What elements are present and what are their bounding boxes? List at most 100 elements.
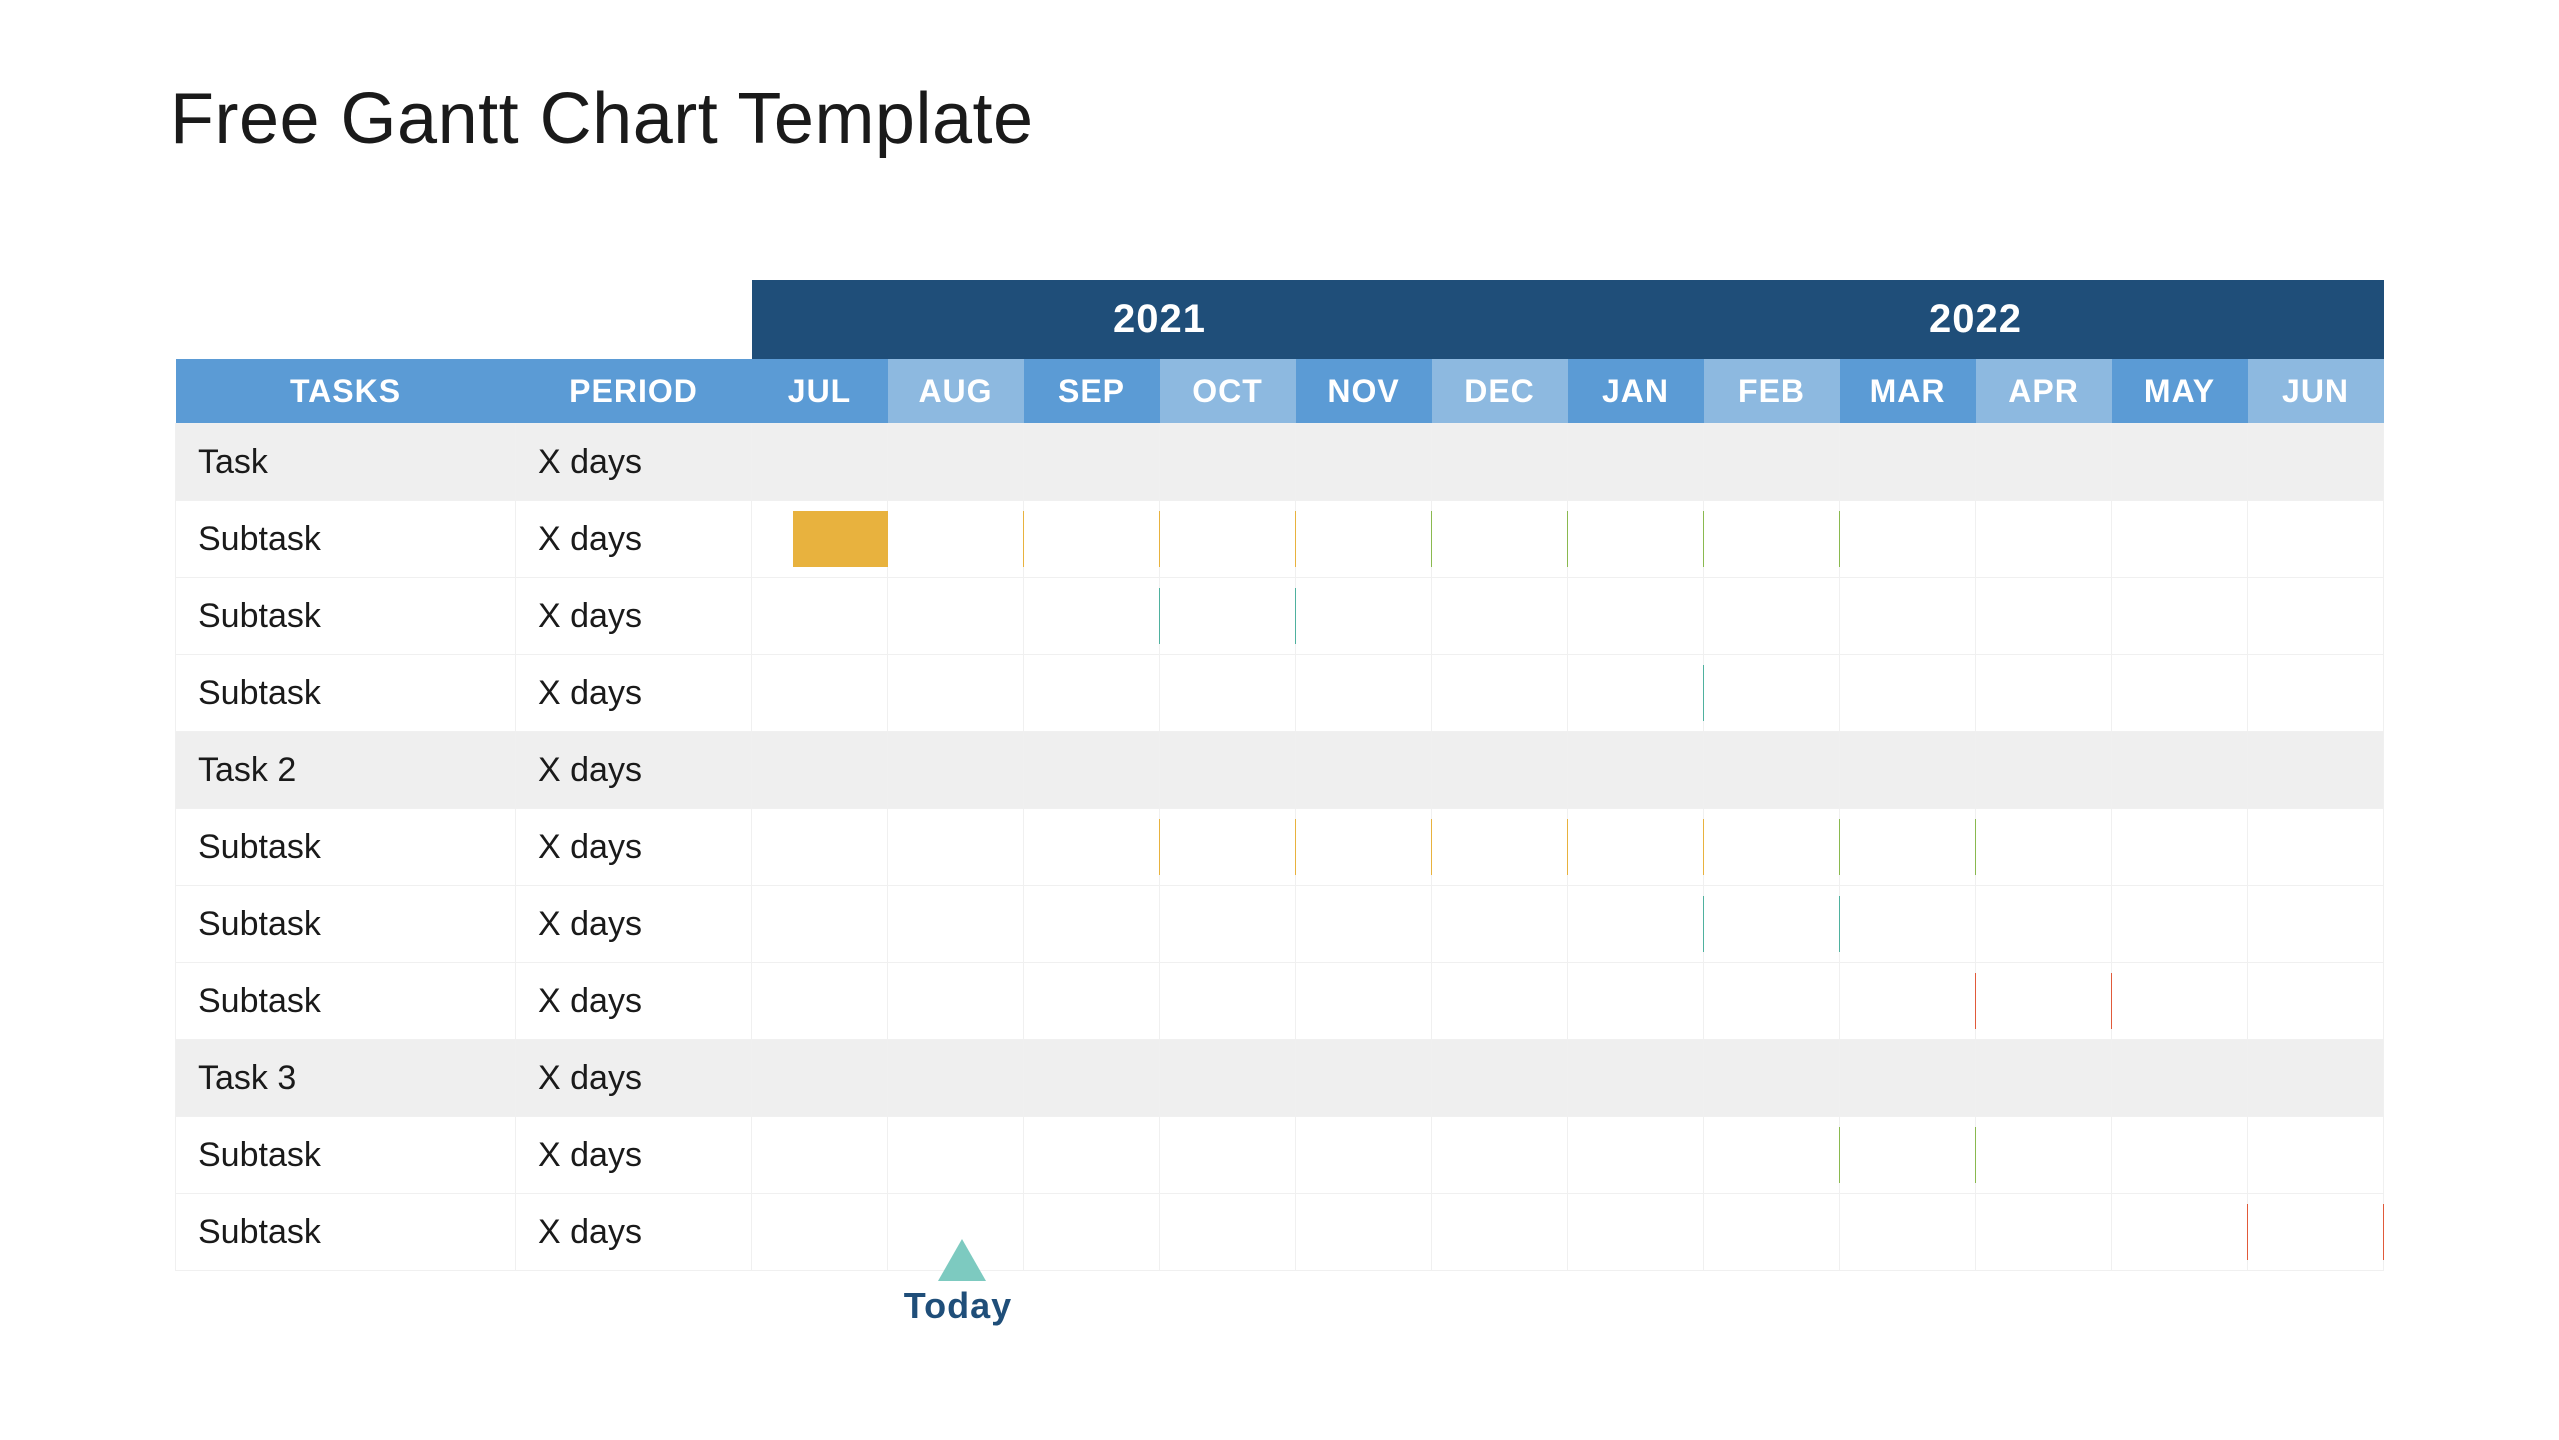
month-cell [752,1194,888,1271]
period-cell: X days [516,655,752,732]
month-mar: MAR [1840,359,1976,424]
month-cell [1568,1194,1704,1271]
period-cell: X days [516,732,752,809]
task-name-cell: Subtask [176,1117,516,1194]
month-cell [1976,732,2112,809]
month-cell [752,732,888,809]
month-cell [1704,1117,1840,1194]
month-cell [1432,501,1568,578]
table-row: TaskX days [176,424,2384,501]
month-cell [2112,501,2248,578]
month-aug: AUG [888,359,1024,424]
month-cell [888,424,1024,501]
month-cell [1160,424,1296,501]
month-cell [1976,963,2112,1040]
month-cell [1568,963,1704,1040]
month-cell [888,732,1024,809]
month-jul: JUL [752,359,888,424]
month-cell [1024,1194,1160,1271]
page-title: Free Gantt Chart Template [170,78,2559,160]
month-cell [1840,1117,1976,1194]
table-row: Task 2X days [176,732,2384,809]
gantt-chart: 2021 2022 TASKS PERIOD JUL AUG SEP OCT N… [175,280,2384,1271]
month-cell [1840,809,1976,886]
month-cell [1160,1040,1296,1117]
month-cell [888,809,1024,886]
month-cell [2248,424,2384,501]
month-cell [2112,424,2248,501]
month-cell [2112,1194,2248,1271]
month-cell [1840,732,1976,809]
month-cell [1160,886,1296,963]
month-cell [1568,424,1704,501]
month-cell [1024,1040,1160,1117]
month-cell [1160,655,1296,732]
month-cell [1296,886,1432,963]
month-cell [1296,1194,1432,1271]
month-cell [2112,963,2248,1040]
period-cell: X days [516,501,752,578]
month-cell [1704,963,1840,1040]
task-name-cell: Subtask [176,963,516,1040]
month-cell [1296,424,1432,501]
period-cell: X days [516,578,752,655]
month-cell [1296,963,1432,1040]
month-cell [1976,809,2112,886]
month-cell [1704,809,1840,886]
month-cell [2248,809,2384,886]
month-cell [1160,732,1296,809]
month-header-row: TASKS PERIOD JUL AUG SEP OCT NOV DEC JAN… [176,359,2384,424]
table-row: SubtaskX days [176,501,2384,578]
period-cell: X days [516,424,752,501]
month-apr: APR [1976,359,2112,424]
table-row: SubtaskX days [176,578,2384,655]
month-cell [1568,886,1704,963]
month-cell [1976,501,2112,578]
month-cell [2248,1040,2384,1117]
month-cell [1704,1040,1840,1117]
month-cell [752,655,888,732]
slide: { "title": "Free Gantt Chart Template", … [0,0,2559,1440]
task-name-cell: Task 2 [176,732,516,809]
month-cell [1568,732,1704,809]
month-cell [1160,963,1296,1040]
month-cell [1024,886,1160,963]
month-jun: JUN [2248,359,2384,424]
month-cell [1568,578,1704,655]
month-cell [2112,578,2248,655]
month-cell [888,1117,1024,1194]
year-2022: 2022 [1568,280,2384,359]
month-cell [888,655,1024,732]
year-header-blank [176,280,752,359]
month-cell [1432,578,1568,655]
month-cell [1568,501,1704,578]
month-cell [1704,655,1840,732]
month-cell [1976,424,2112,501]
table-row: SubtaskX days [176,1194,2384,1271]
today-triangle-icon [938,1239,986,1281]
month-cell [1432,886,1568,963]
month-cell [1840,501,1976,578]
month-cell [1840,886,1976,963]
month-cell [1024,501,1160,578]
task-name-cell: Subtask [176,501,516,578]
month-cell [1704,1194,1840,1271]
month-cell [1296,578,1432,655]
header-tasks: TASKS [176,359,516,424]
month-cell [1432,963,1568,1040]
period-cell: X days [516,809,752,886]
month-cell [2248,655,2384,732]
month-feb: FEB [1704,359,1840,424]
month-cell [1704,501,1840,578]
month-cell [752,1117,888,1194]
month-cell [1568,809,1704,886]
month-cell [1432,809,1568,886]
gantt-table: 2021 2022 TASKS PERIOD JUL AUG SEP OCT N… [175,280,2384,1271]
month-cell [1840,424,1976,501]
month-cell [2248,732,2384,809]
month-cell [2248,578,2384,655]
table-row: SubtaskX days [176,809,2384,886]
month-cell [2248,1117,2384,1194]
month-cell [888,578,1024,655]
table-row: SubtaskX days [176,886,2384,963]
